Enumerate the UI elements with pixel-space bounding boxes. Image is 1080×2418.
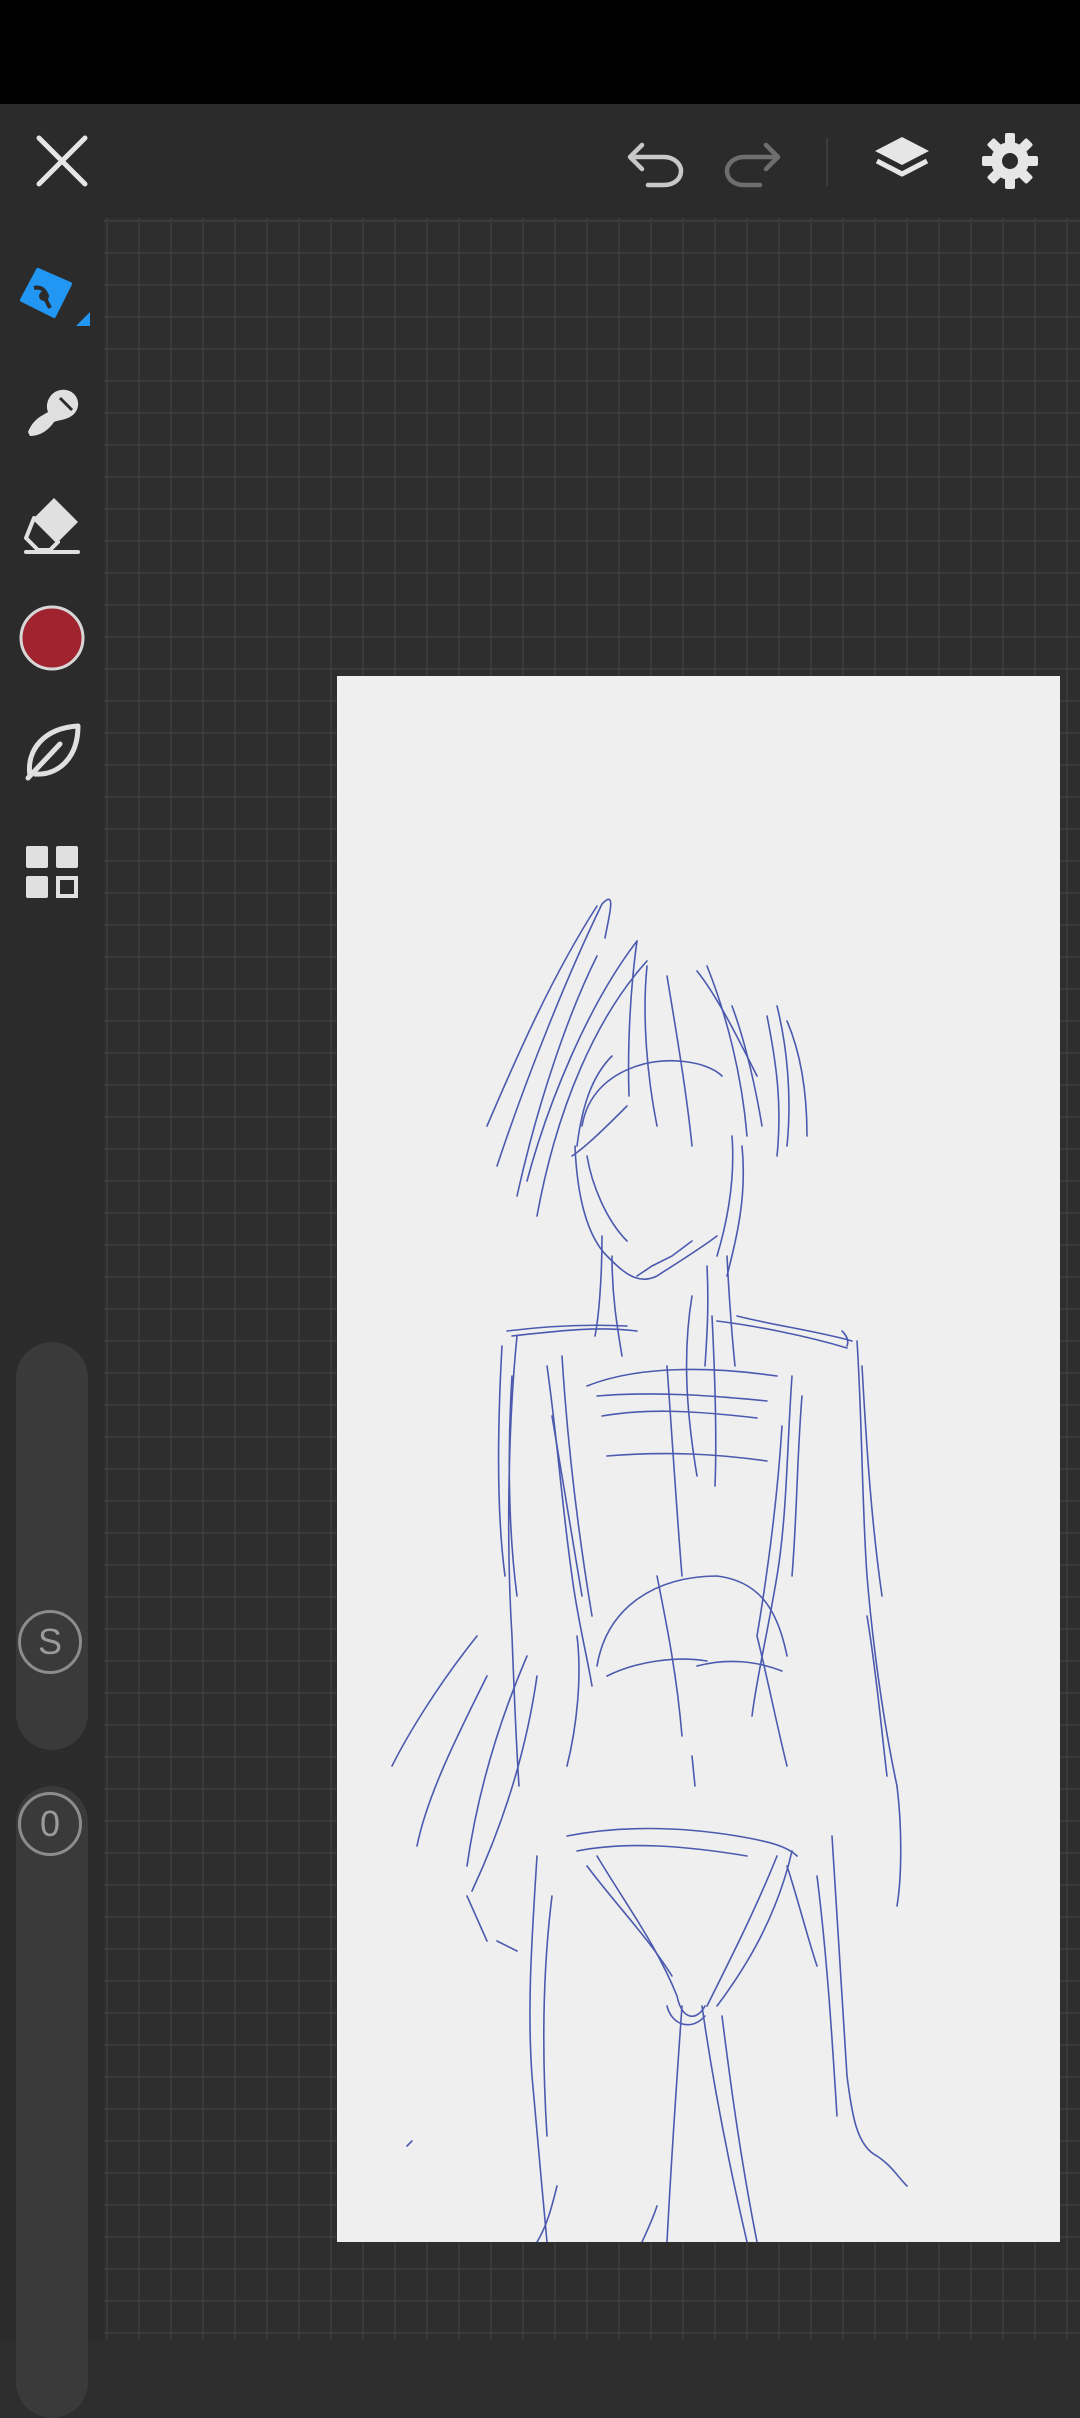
brush-size-slider[interactable]: S: [16, 1342, 88, 1750]
status-bar: [0, 0, 1080, 104]
color-swatch: [19, 605, 85, 671]
eraser-tool-button[interactable]: [0, 474, 104, 574]
color-picker-button[interactable]: [0, 588, 104, 688]
opacity-slider[interactable]: 0: [16, 1786, 88, 2418]
close-icon: [36, 135, 88, 187]
gear-icon: [982, 133, 1038, 189]
top-toolbar: [0, 104, 1080, 218]
canvas-workspace[interactable]: [104, 218, 1080, 2340]
brush-size-label: S: [37, 1621, 62, 1662]
opacity-knob[interactable]: 0: [18, 1792, 82, 1856]
redo-button[interactable]: [704, 104, 800, 218]
toolbar-divider: [826, 138, 828, 186]
undo-button[interactable]: [608, 104, 704, 218]
drawing-canvas[interactable]: [337, 676, 1060, 2242]
pen-icon: [20, 268, 90, 326]
brush-size-knob[interactable]: S: [18, 1610, 82, 1674]
layers-icon: [875, 137, 929, 177]
pen-tool-button[interactable]: [0, 250, 104, 350]
close-button[interactable]: [14, 104, 110, 218]
settings-button[interactable]: [962, 104, 1058, 218]
grid-icon: [26, 846, 78, 898]
brush-library-button[interactable]: [0, 702, 104, 802]
more-tools-button[interactable]: [0, 822, 104, 922]
smudge-icon: [28, 389, 79, 436]
redo-icon: [724, 142, 781, 188]
leaf-icon: [25, 723, 81, 781]
smudge-tool-button[interactable]: [0, 362, 104, 462]
sketch-drawing: [391, 898, 908, 2242]
tool-rail: S 0: [0, 218, 104, 2418]
opacity-label: 0: [39, 1803, 61, 1844]
undo-icon: [627, 142, 684, 188]
layers-button[interactable]: [854, 104, 950, 218]
eraser-icon: [24, 498, 80, 554]
